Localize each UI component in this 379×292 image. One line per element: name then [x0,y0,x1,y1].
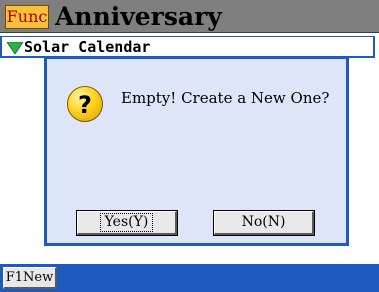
no-button-label: No(N) [241,214,286,230]
yes-button-label: Yes(Y) [99,213,154,232]
calendar-type-header[interactable]: Solar Calendar [0,36,375,58]
func-button[interactable]: Func [5,5,49,29]
question-icon-glyph: ? [78,91,92,119]
yes-button[interactable]: Yes(Y) [76,210,178,236]
bottom-bar: F1New [0,264,379,292]
no-button[interactable]: No(N) [213,210,315,236]
dialog-message: Empty! Create a New One? [121,89,330,107]
triangle-down-icon [7,42,23,54]
app-title: Anniversary [55,2,222,31]
screen: Func Anniversary Solar Calendar ? Empty!… [0,0,379,292]
title-bar: Func Anniversary [0,0,379,33]
confirm-dialog: ? Empty! Create a New One? Yes(Y) No(N) [44,56,349,246]
calendar-type-label: Solar Calendar [24,38,151,56]
question-icon: ? [67,86,103,122]
f1-new-button[interactable]: F1New [3,267,57,289]
